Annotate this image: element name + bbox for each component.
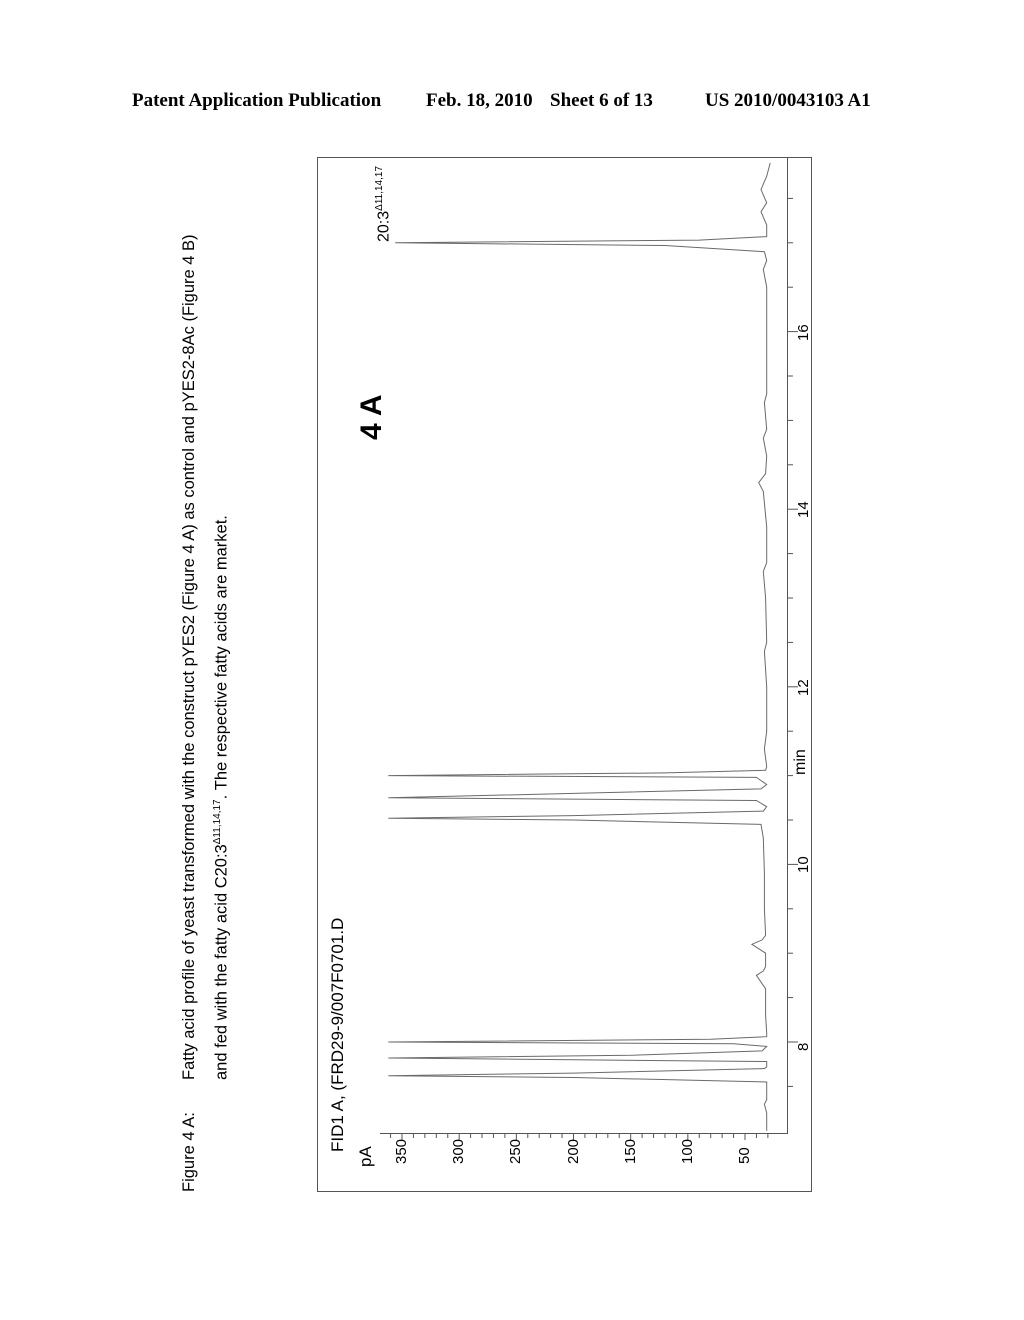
y-tick-label: 150: [621, 1138, 639, 1164]
y-tick-label: 50: [736, 1147, 753, 1164]
x-tick-label: 12: [795, 679, 812, 696]
x-tick-label: 16: [795, 323, 812, 341]
x-tick-label: 14: [795, 501, 812, 519]
peak-annotation-sup: Δ11,14,17: [374, 165, 385, 211]
x-tick-label: 8: [795, 1042, 812, 1051]
y-tick-label: 350: [393, 1138, 410, 1164]
peak-annotation-20-3: 20:3Δ11,14,17: [374, 166, 393, 242]
y-tick-label: 100: [678, 1138, 696, 1164]
series-line-fid1a: [388, 162, 771, 1131]
x-axis-label: min: [792, 749, 809, 775]
peak-annotation-text: 20:3: [375, 210, 393, 242]
y-tick-label: 300: [450, 1138, 468, 1164]
chart-title: FID1 A, (FRD29-9/007F0701.D: [328, 917, 347, 1152]
chromatogram-chart: [317, 157, 812, 1192]
panel-label: 4 A: [355, 394, 388, 440]
y-axis-label: pA: [356, 1146, 375, 1167]
x-tick-label: 10: [795, 856, 812, 874]
y-tick-label: 250: [507, 1138, 525, 1164]
chart-frame: [317, 157, 812, 1192]
y-tick-label: 200: [564, 1138, 582, 1164]
